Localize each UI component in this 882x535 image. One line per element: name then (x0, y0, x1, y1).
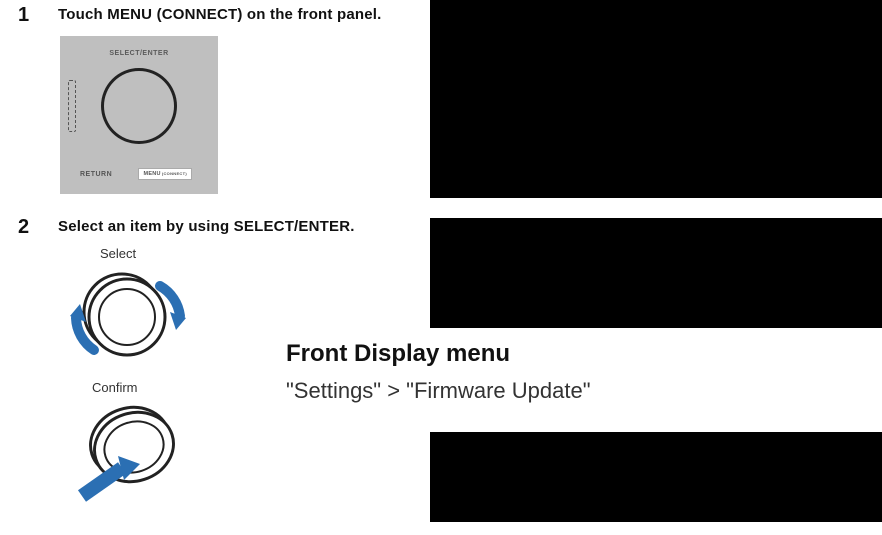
panel-select-enter-label: SELECT/ENTER (109, 50, 168, 57)
redacted-block-middle (430, 218, 882, 328)
panel-return-label: RETURN (80, 171, 112, 178)
confirm-dial-illustration (68, 398, 198, 518)
front-display-menu-heading: Front Display menu (286, 340, 510, 368)
select-dial-illustration (64, 260, 194, 370)
panel-menu-sublabel: (CONNECT) (162, 171, 187, 176)
step-1-number: 1 (18, 4, 29, 27)
select-dial-label: Select (100, 246, 136, 261)
step-2-instruction: Select an item by using SELECT/ENTER. (58, 218, 355, 235)
panel-menu-connect-button: MENU(CONNECT) (138, 168, 192, 180)
confirm-dial-label: Confirm (92, 380, 138, 395)
panel-menu-label: MENU (143, 171, 160, 177)
menu-path-text: "Settings" > "Firmware Update" (286, 378, 591, 404)
redacted-block-top (430, 0, 882, 198)
redacted-block-bottom (430, 432, 882, 522)
panel-side-indicator (68, 80, 76, 132)
front-panel-illustration: SELECT/ENTER RETURN MENU(CONNECT) (60, 36, 218, 194)
step-1-instruction: Touch MENU (CONNECT) on the front panel. (58, 6, 382, 23)
panel-dial-icon (101, 68, 177, 144)
step-2-number: 2 (18, 216, 29, 239)
